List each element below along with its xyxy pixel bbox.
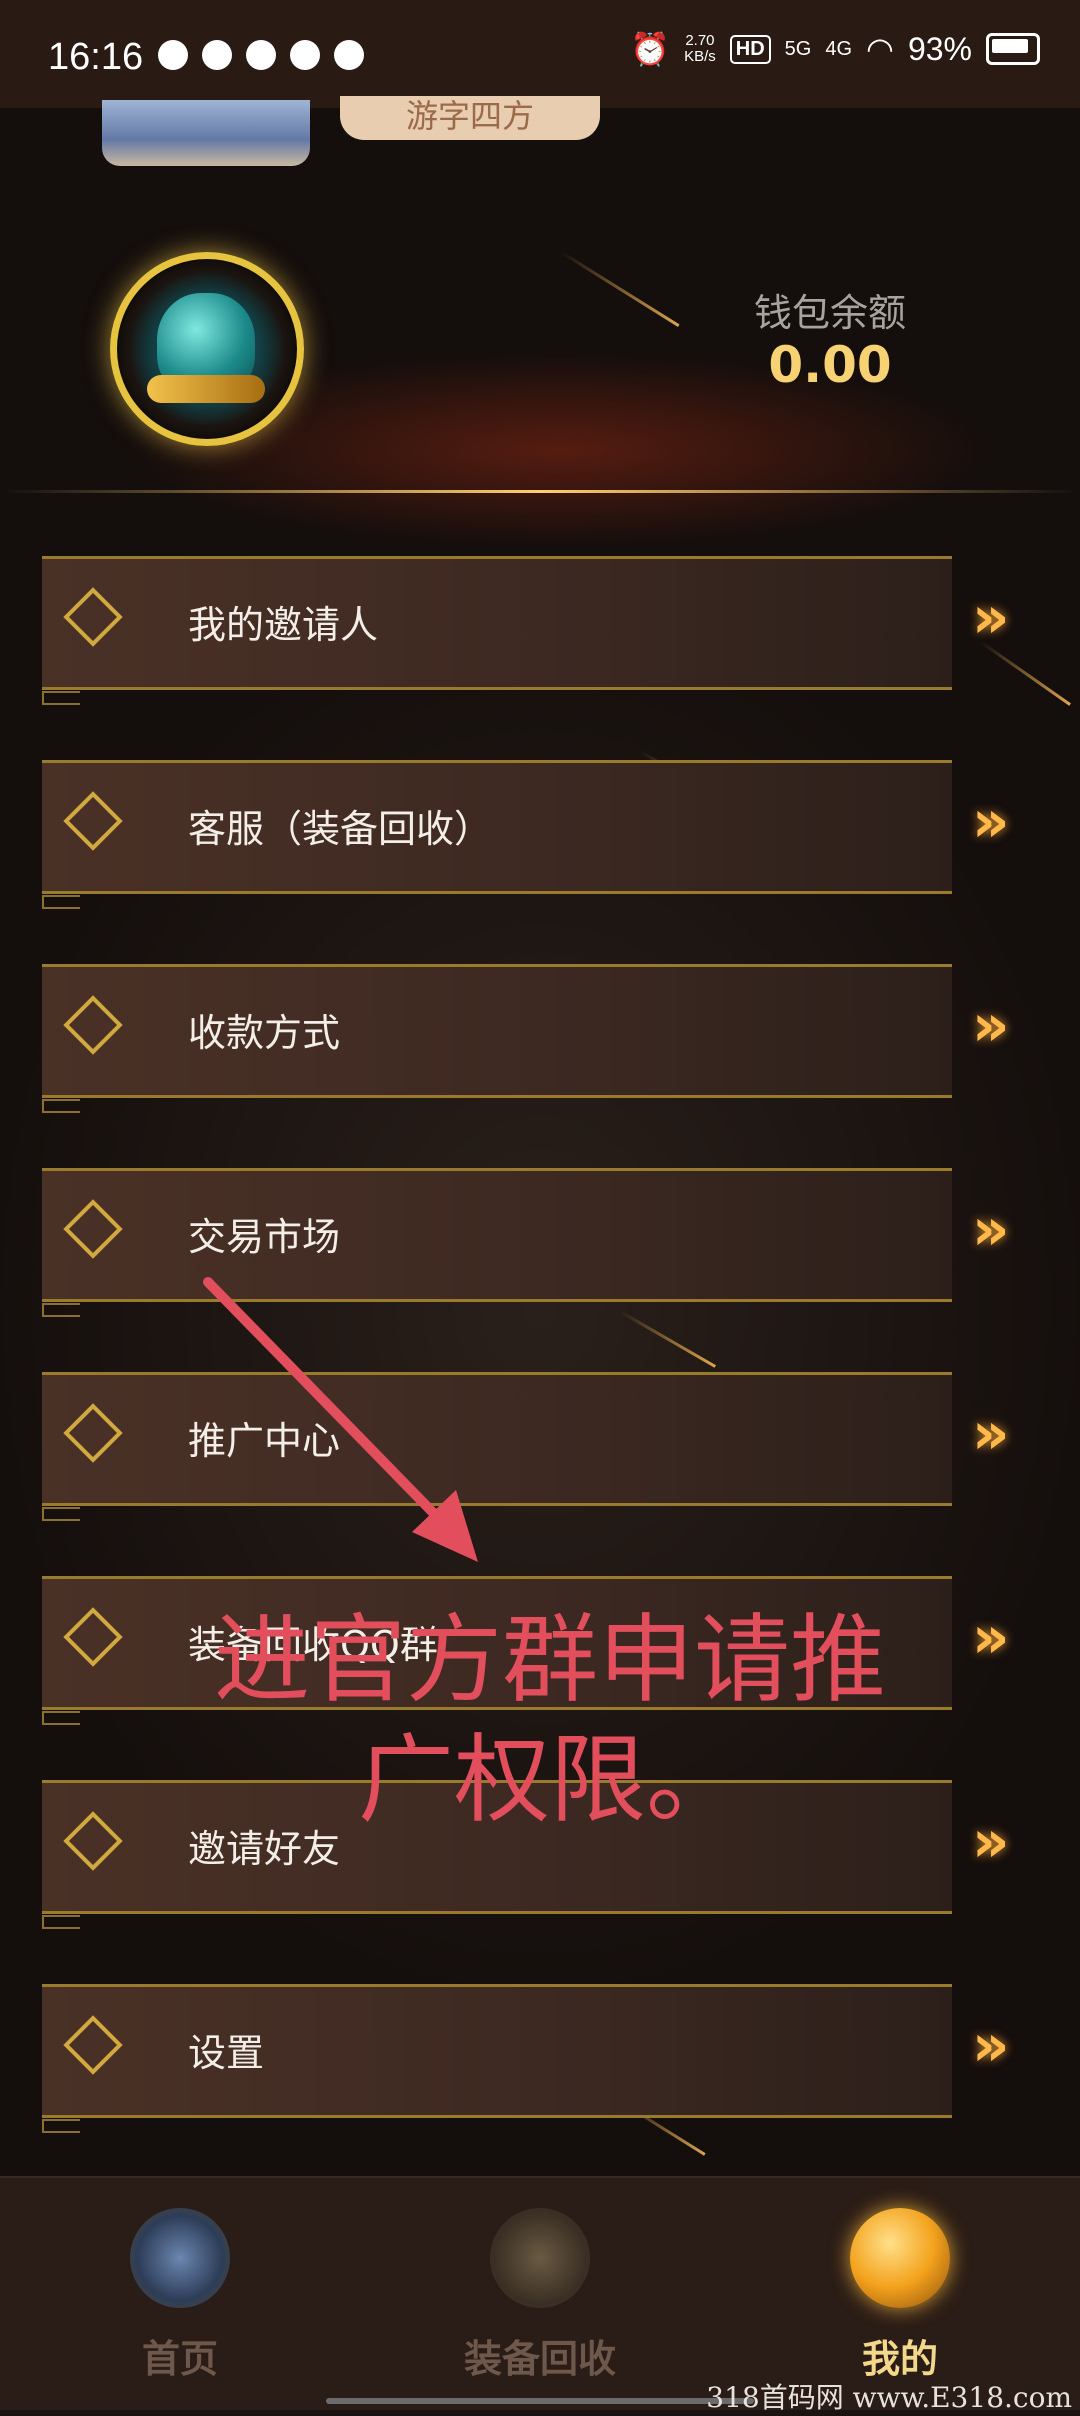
watermark: 318首码网 www.E318.com — [706, 2381, 1072, 2414]
tab-label: 装备回收 — [463, 2337, 616, 2381]
tab-equipment-recycle[interactable]: 装备回收 — [390, 2178, 690, 2410]
tab-label: 首页 — [141, 2337, 218, 2381]
tab-home[interactable]: 首页 — [30, 2178, 330, 2410]
annotation-text: 进官方群申请推 广权限。 — [214, 1604, 886, 1836]
tab-label: 我的 — [861, 2337, 938, 2381]
treasure-pile-icon — [490, 2208, 590, 2308]
annotation-arrow-icon — [203, 1277, 478, 1562]
fist-emblem-icon — [130, 2208, 230, 2308]
golden-orb-icon — [850, 2208, 950, 2308]
home-indicator[interactable] — [326, 2398, 754, 2404]
bottom-tab-bar: 首页 装备回收 我的 — [0, 2176, 1080, 2410]
